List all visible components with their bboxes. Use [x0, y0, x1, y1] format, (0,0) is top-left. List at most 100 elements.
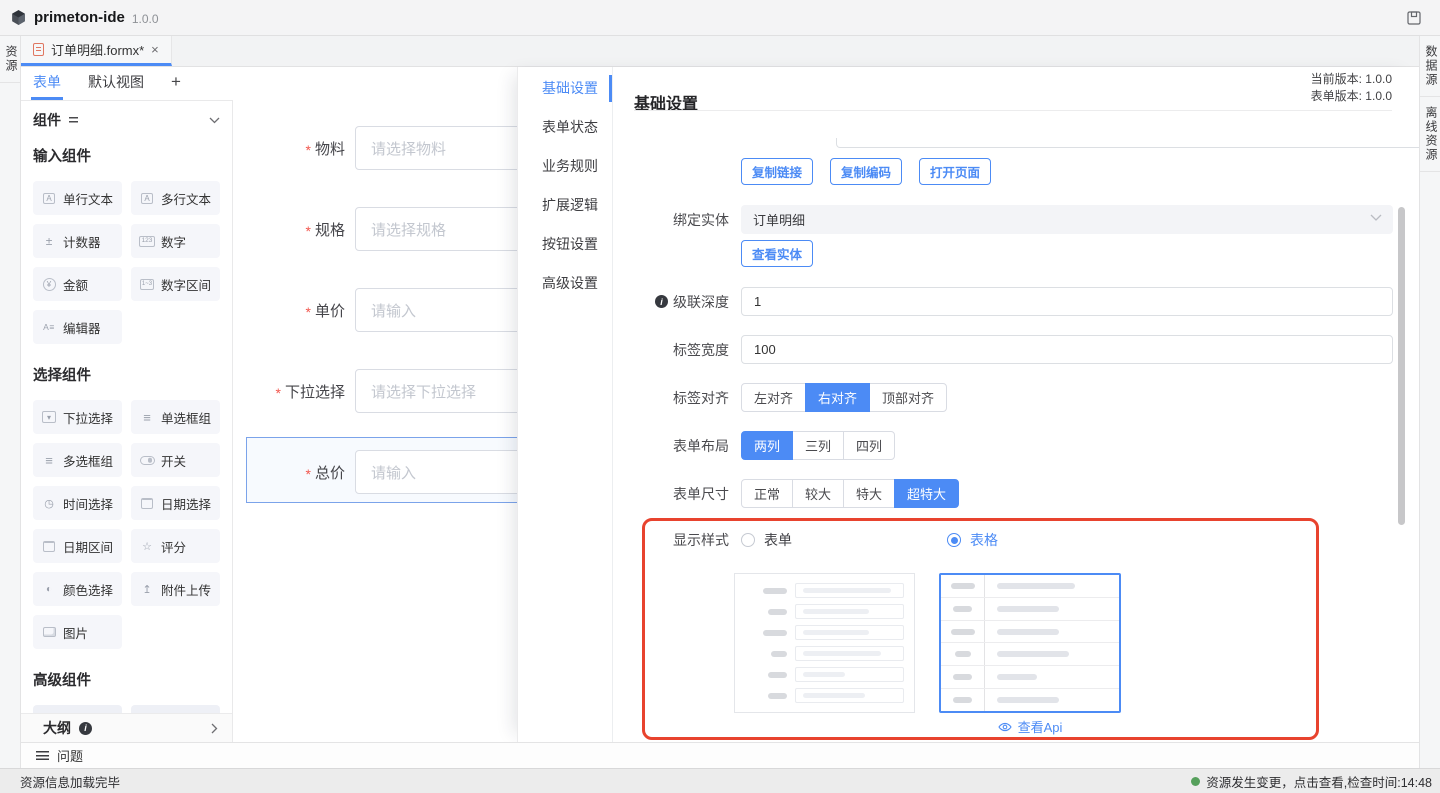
tab-default-view[interactable]: 默认视图	[86, 67, 146, 100]
chevron-right-icon	[211, 723, 218, 734]
form-file-icon	[33, 43, 44, 56]
palette-item-upload[interactable]: 附件上传	[131, 572, 220, 606]
save-icon[interactable]	[1406, 10, 1422, 26]
palette-item-checkbox-group[interactable]: 多选框组	[33, 443, 122, 477]
palette-item-switch[interactable]: 开关	[131, 443, 220, 477]
nav-button-settings[interactable]: 按钮设置	[518, 225, 612, 264]
form-size-row: 表单尺寸 正常 较大 特大 超特大	[613, 479, 1393, 508]
radio-form-label[interactable]: 表单	[764, 530, 792, 550]
sidebar-item-resources[interactable]: 资源	[0, 36, 20, 83]
form-version: 表单版本: 1.0.0	[1311, 88, 1392, 105]
sidebar-item-datasource[interactable]: 数据源	[1420, 36, 1440, 97]
align-top-option[interactable]: 顶部对齐	[869, 383, 947, 412]
palette-item-date-range[interactable]: 日期区间	[33, 529, 122, 563]
size-xxlarge-option[interactable]: 超特大	[894, 479, 959, 508]
single-text-icon	[41, 191, 57, 205]
palette-item-counter[interactable]: 计数器	[33, 224, 122, 258]
sidebar-item-offline-resources[interactable]: 离线资源	[1420, 97, 1440, 172]
size-xlarge-option[interactable]: 特大	[843, 479, 895, 508]
palette-item-rating[interactable]: 评分	[131, 529, 220, 563]
outline-bar[interactable]: 大纲 i	[21, 713, 232, 742]
align-right-option[interactable]: 右对齐	[805, 383, 870, 412]
palette-item-time[interactable]: 时间选择	[33, 486, 122, 520]
palette-item-number[interactable]: 数字	[131, 224, 220, 258]
size-large-option[interactable]: 较大	[792, 479, 844, 508]
copy-link-button[interactable]: 复制链接	[741, 158, 813, 185]
rating-icon	[139, 539, 155, 553]
material-input[interactable]: 请选择物料	[355, 126, 517, 170]
eye-icon	[998, 720, 1012, 734]
cascade-depth-input[interactable]: 1	[741, 287, 1393, 316]
two-column-option[interactable]: 两列	[741, 431, 793, 460]
radio-form-style[interactable]	[741, 533, 755, 547]
tab-form[interactable]: 表单	[31, 67, 63, 100]
radio-table-style[interactable]	[947, 533, 961, 547]
section-title-input: 输入组件	[33, 147, 222, 167]
required-asterisk: *	[306, 466, 311, 482]
close-icon[interactable]: ×	[151, 43, 159, 56]
editor-toolbar: 表单 默认视图 +	[21, 67, 517, 100]
nav-basic-settings[interactable]: 基础设置	[518, 69, 612, 108]
nav-extension-logic[interactable]: 扩展逻辑	[518, 186, 612, 225]
palette-item-image[interactable]: 图片	[33, 615, 122, 649]
bind-entity-select[interactable]: 订单明细	[741, 205, 1393, 234]
clipped-url-input[interactable]	[836, 138, 1419, 148]
chevron-down-icon[interactable]	[209, 117, 220, 124]
palette-item-editor[interactable]: 编辑器	[33, 310, 122, 344]
unit-price-input[interactable]: 请输入	[355, 288, 517, 332]
total-price-input[interactable]: 请输入	[355, 450, 517, 494]
view-entity-button[interactable]: 查看实体	[741, 240, 813, 267]
divider	[634, 110, 1392, 111]
palette-item-currency[interactable]: 金额	[33, 267, 122, 301]
view-api-link[interactable]: 查看Api	[939, 717, 1121, 736]
radio-table-label[interactable]: 表格	[970, 530, 998, 550]
problems-bar[interactable]: 问题	[21, 742, 1419, 768]
three-column-option[interactable]: 三列	[792, 431, 844, 460]
palette-item-select[interactable]: 下拉选择	[33, 400, 122, 434]
form-layout-row: 表单布局 两列 三列 四列	[613, 431, 1393, 460]
nav-form-status[interactable]: 表单状态	[518, 108, 612, 147]
nav-advanced-settings[interactable]: 高级设置	[518, 264, 612, 303]
palette-header[interactable]: 组件	[21, 101, 232, 139]
color-icon	[41, 582, 57, 596]
nav-business-rules[interactable]: 业务规则	[518, 147, 612, 186]
copy-code-button[interactable]: 复制编码	[830, 158, 902, 185]
form-style-preview[interactable]	[734, 573, 915, 713]
open-page-button[interactable]: 打开页面	[919, 158, 991, 185]
required-asterisk: *	[276, 385, 281, 401]
status-message: 资源信息加载完毕	[20, 772, 120, 791]
cascade-depth-row: i级联深度 1	[613, 287, 1393, 316]
palette-item-color[interactable]: 颜色选择	[33, 572, 122, 606]
dropdown-input[interactable]: 请选择下拉选择	[355, 369, 517, 413]
settings-panel: 基础设置 表单状态 业务规则 扩展逻辑 按钮设置 高级设置 基础设置 当前版本:…	[517, 67, 1419, 742]
align-left-option[interactable]: 左对齐	[741, 383, 806, 412]
form-canvas: *物料 请选择物料 *规格 请选择规格 *单价 请输入 *下拉选择 请选择下拉选…	[233, 100, 517, 742]
right-rail: 数据源 离线资源	[1419, 36, 1440, 768]
field-label: 下拉选择	[285, 381, 345, 402]
resource-change-notice[interactable]: 资源发生变更，点击查看,检查时间:14:48	[1191, 772, 1432, 791]
add-view-button[interactable]: +	[169, 67, 183, 100]
field-row-unit-price[interactable]: *单价 请输入	[233, 288, 517, 332]
field-row-spec[interactable]: *规格 请选择规格	[233, 207, 517, 251]
date-range-icon	[41, 539, 57, 553]
palette-item-single-text[interactable]: 单行文本	[33, 181, 122, 215]
chevron-down-icon	[1370, 214, 1382, 222]
radio-group-icon	[139, 410, 155, 424]
four-column-option[interactable]: 四列	[843, 431, 895, 460]
spec-input[interactable]: 请选择规格	[355, 207, 517, 251]
editor-icon	[41, 320, 57, 334]
table-style-preview[interactable]	[939, 573, 1121, 713]
list-icon	[36, 751, 49, 760]
label-width-input[interactable]: 100	[741, 335, 1393, 364]
field-row-total-price[interactable]: *总价 请输入	[233, 450, 517, 494]
bind-entity-row: 绑定实体 订单明细	[613, 205, 1393, 234]
palette-item-number-range[interactable]: 数字区间	[131, 267, 220, 301]
tab-order-detail-formx[interactable]: 订单明细.formx* ×	[21, 36, 172, 66]
palette-item-date[interactable]: 日期选择	[131, 486, 220, 520]
size-normal-option[interactable]: 正常	[741, 479, 793, 508]
field-row-material[interactable]: *物料 请选择物料	[233, 126, 517, 170]
settings-scrollbar[interactable]	[1398, 207, 1405, 525]
palette-item-multi-text[interactable]: 多行文本	[131, 181, 220, 215]
field-row-dropdown[interactable]: *下拉选择 请选择下拉选择	[233, 369, 517, 413]
palette-item-radio-group[interactable]: 单选框组	[131, 400, 220, 434]
